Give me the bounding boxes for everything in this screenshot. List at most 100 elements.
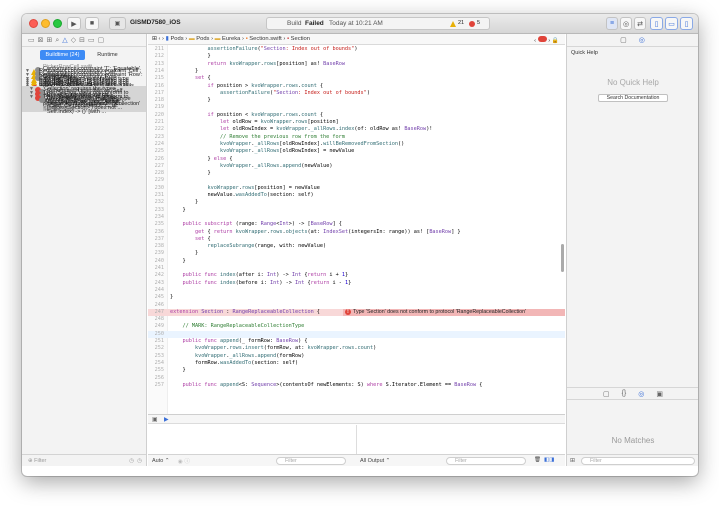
code-text[interactable]: set { <box>170 236 211 243</box>
navigator-filter[interactable]: ⊕ Filter ◷ ◷ <box>22 454 146 466</box>
code-line[interactable]: 217 assertionFailure("Section: Index out… <box>148 90 565 97</box>
code-text[interactable]: } <box>170 170 210 177</box>
code-text[interactable]: set { <box>170 75 211 82</box>
code-line[interactable]: 241 <box>148 265 565 272</box>
code-line[interactable]: 245} <box>148 294 565 301</box>
code-text[interactable]: replaceSubrange(range, with: newValue) <box>170 243 326 250</box>
code-text[interactable]: kvoWrapper._allRows.append(formRow) <box>170 353 304 360</box>
line-number[interactable]: 238 <box>148 243 164 250</box>
code-text[interactable]: return kvoWrapper.rows[position] as! Bas… <box>170 61 344 68</box>
code-line[interactable]: 248 <box>148 316 565 323</box>
line-number[interactable]: 214 <box>148 68 164 75</box>
line-number[interactable]: 217 <box>148 90 164 97</box>
library-filter[interactable]: Filter <box>581 457 695 465</box>
jump-file[interactable]: Section.swift <box>249 36 282 42</box>
tab-runtime[interactable]: Runtime <box>85 50 130 60</box>
code-line[interactable]: 229 <box>148 177 565 184</box>
jump-symbol[interactable]: Section <box>291 36 310 42</box>
code-line[interactable]: 255 } <box>148 367 565 374</box>
line-number[interactable]: 222 <box>148 126 164 133</box>
code-line[interactable]: 216 if position > kvoWrapper.rows.count … <box>148 83 565 90</box>
code-line[interactable]: 235 public subscript (range: Range<Int>)… <box>148 221 565 228</box>
code-text[interactable]: kvoWrapper.rows.insert(formRow, at: kvoW… <box>170 345 376 352</box>
line-number[interactable]: 239 <box>148 250 164 257</box>
back-icon[interactable]: ‹ <box>158 36 160 42</box>
code-line[interactable]: 251 public func append(_ formRow: BaseRo… <box>148 338 565 345</box>
line-number[interactable]: 224 <box>148 141 164 148</box>
zoom-button[interactable] <box>53 19 62 28</box>
line-number[interactable]: 211 <box>148 46 164 53</box>
line-number[interactable]: 231 <box>148 192 164 199</box>
code-line[interactable]: 237 set { <box>148 236 565 243</box>
code-line[interactable]: 234 <box>148 214 565 221</box>
line-number[interactable]: 216 <box>148 83 164 90</box>
line-number[interactable]: 241 <box>148 265 164 272</box>
inline-error-message[interactable]: ! Type 'Section' does not conform to prot… <box>343 308 565 317</box>
code-text[interactable]: public func index(after i: Int) -> Int {… <box>170 272 349 279</box>
object-library-icon[interactable]: ◎ <box>638 390 644 398</box>
warning-filter-icon[interactable]: ◷ <box>137 458 142 464</box>
debug-divider[interactable] <box>356 425 357 455</box>
code-text[interactable]: assertionFailure("Section: Index out of … <box>170 46 357 53</box>
code-text[interactable]: if position > kvoWrapper.rows.count { <box>170 83 323 90</box>
error-line[interactable]: 247 extension Section : RangeReplaceableC… <box>148 308 565 317</box>
line-number[interactable]: 257 <box>148 382 164 389</box>
code-text[interactable]: } <box>170 53 210 60</box>
line-number[interactable]: 219 <box>148 104 164 111</box>
line-number[interactable]: 229 <box>148 177 164 184</box>
toggle-navigator-button[interactable]: ▯ <box>650 17 663 30</box>
line-number[interactable]: 242 <box>148 272 164 279</box>
code-text[interactable]: // MARK: RangeReplaceableCollectionType <box>170 323 304 330</box>
scheme-name[interactable]: GISMD7580_iOS <box>130 19 181 26</box>
code-text[interactable]: } else { <box>170 156 232 163</box>
line-number[interactable]: 255 <box>148 367 164 374</box>
toggle-debug-button[interactable]: ▭ <box>665 17 678 30</box>
code-line[interactable]: 214 } <box>148 68 565 75</box>
code-text[interactable]: kvoWrapper.rows[position] = newValue <box>170 185 319 192</box>
code-line[interactable]: 222 let oldRowIndex = kvoWrapper._allRow… <box>148 126 565 133</box>
line-number[interactable]: 221 <box>148 119 164 126</box>
code-line[interactable]: 236 get { return kvoWrapper.rows.objects… <box>148 229 565 236</box>
variables-scope-select[interactable]: Auto ⌃ <box>152 458 169 464</box>
code-line[interactable]: 254 formRow.wasAddedTo(section: self) <box>148 360 565 367</box>
line-number[interactable]: 252 <box>148 345 164 352</box>
clock-icon[interactable]: ◷ <box>129 458 134 464</box>
line-number[interactable]: 220 <box>148 112 164 119</box>
assistant-editor-button[interactable]: ◎ <box>620 17 632 30</box>
line-number[interactable]: 248 <box>148 316 164 323</box>
code-text[interactable]: let oldRow = kvoWrapper.rows[position] <box>170 119 339 126</box>
minimize-button[interactable] <box>41 19 50 28</box>
code-text[interactable]: } <box>170 207 185 214</box>
line-number[interactable]: 226 <box>148 156 164 163</box>
code-line[interactable]: 230 kvoWrapper.rows[position] = newValue <box>148 185 565 192</box>
code-line[interactable]: 239 } <box>148 250 565 257</box>
line-number[interactable]: 215 <box>148 75 164 82</box>
code-line[interactable]: 243 public func index(before i: Int) -> … <box>148 280 565 287</box>
trash-icon[interactable]: 🗑 <box>534 457 541 463</box>
code-text[interactable]: } <box>170 294 173 301</box>
line-number[interactable]: 246 <box>148 302 164 309</box>
snippet-icon[interactable]: {} <box>622 390 627 397</box>
media-library-icon[interactable]: ▣ <box>656 390 663 398</box>
line-number[interactable]: 249 <box>148 323 164 330</box>
run-button[interactable]: ▶ <box>67 17 81 30</box>
file-inspector-icon[interactable]: ▢ <box>620 36 627 44</box>
debug-icon[interactable]: ⊟ <box>79 37 88 44</box>
code-line[interactable]: 211 assertionFailure("Section: Index out… <box>148 46 565 53</box>
line-number[interactable]: 228 <box>148 170 164 177</box>
code-text[interactable]: } <box>170 68 198 75</box>
code-line[interactable]: 252 kvoWrapper.rows.insert(formRow, at: … <box>148 345 565 352</box>
code-text[interactable]: assertionFailure("Section: Index out of … <box>170 90 370 97</box>
line-number[interactable]: 223 <box>148 134 164 141</box>
code-line[interactable]: 213 return kvoWrapper.rows[position] as!… <box>148 61 565 68</box>
toggle-inspector-button[interactable]: ▯ <box>680 17 693 30</box>
code-text[interactable]: kvoWrapper._allRows.append(newValue) <box>170 163 332 170</box>
line-number[interactable]: 256 <box>148 375 164 382</box>
code-text[interactable]: get { return kvoWrapper.rows.objects(at:… <box>170 229 461 236</box>
line-number[interactable]: 227 <box>148 163 164 170</box>
code-text[interactable]: } <box>170 258 185 265</box>
code-line[interactable]: 249 // MARK: RangeReplaceableCollectionT… <box>148 323 565 330</box>
code-text[interactable]: public func append(_ formRow: BaseRow) { <box>170 338 308 345</box>
breakpoint-icon[interactable]: ▭ <box>88 37 98 44</box>
code-line[interactable]: 232 } <box>148 199 565 206</box>
